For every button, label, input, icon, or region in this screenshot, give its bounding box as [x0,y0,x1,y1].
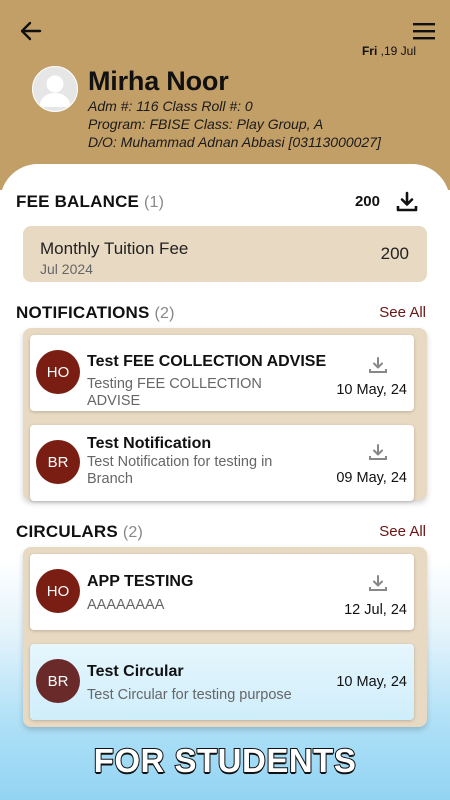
circular-desc: Test Circular for testing purpose [87,687,292,703]
notifications-heading: NOTIFICATIONS (2) [16,303,175,322]
hamburger-menu-icon[interactable] [412,20,436,42]
fee-item[interactable]: Monthly Tuition Fee Jul 2024 200 [23,226,427,282]
fee-item-month: Jul 2024 [40,261,93,277]
download-icon[interactable] [368,443,388,463]
circular-date: 12 Jul, 24 [344,602,407,618]
fee-item-amount: 200 [380,244,409,263]
circular-item[interactable]: HO APP TESTING AAAAAAAA 12 Jul, 24 [30,554,414,630]
fee-item-name: Monthly Tuition Fee [40,239,189,258]
user-avatar-icon [39,75,71,107]
sender-avatar: BR [36,440,80,484]
notification-desc: Testing FEE COLLECTION ADVISE [87,376,262,409]
circular-title: APP TESTING [87,573,194,590]
notifications-list: HO Test FEE COLLECTION ADVISE Testing FE… [23,328,427,501]
fee-balance-heading: FEE BALANCE (1) [16,192,165,211]
circular-desc: AAAAAAAA [87,597,165,613]
profile-header: Fri ,19 Jul Mirha Noor Adm #: 116 Class … [0,0,450,190]
fee-total: 200 [354,193,380,210]
notification-title: Test FEE COLLECTION ADVISE [87,353,327,370]
sender-avatar: HO [36,350,80,394]
back-arrow-icon[interactable] [18,18,44,44]
current-date: Fri ,19 Jul [361,44,416,58]
student-name: Mirha Noor [88,66,229,96]
notifications-see-all-link[interactable]: See All [379,304,426,321]
circulars-heading: CIRCULARS (2) [16,522,144,541]
download-icon[interactable] [368,574,388,594]
promo-banner: FOR STUDENTS [93,741,357,780]
circulars-see-all-link[interactable]: See All [379,523,426,540]
download-icon[interactable] [396,191,418,213]
notification-item[interactable]: BR Test Notification Test Notification f… [30,425,414,501]
notification-date: 10 May, 24 [336,382,407,398]
circulars-list: HO APP TESTING AAAAAAAA 12 Jul, 24 BR Te… [23,547,427,727]
student-avatar[interactable] [32,66,78,112]
parent-info: D/O: Muhammad Adnan Abbasi [03113000027] [88,134,381,150]
notification-title: Test Notification [87,435,212,452]
circular-title: Test Circular [87,663,184,680]
download-icon[interactable] [368,356,388,376]
sender-avatar: BR [36,659,80,703]
circular-date: 10 May, 24 [336,674,407,690]
program-info: Program: FBISE Class: Play Group, A [88,116,324,132]
notification-desc: Test Notification for testing in Branch [87,454,273,487]
notification-date: 09 May, 24 [336,470,407,486]
circular-item[interactable]: BR Test Circular Test Circular for testi… [30,644,414,720]
sender-avatar: HO [36,569,80,613]
admission-info: Adm #: 116 Class Roll #: 0 [88,98,253,114]
notification-item[interactable]: HO Test FEE COLLECTION ADVISE Testing FE… [30,335,414,411]
